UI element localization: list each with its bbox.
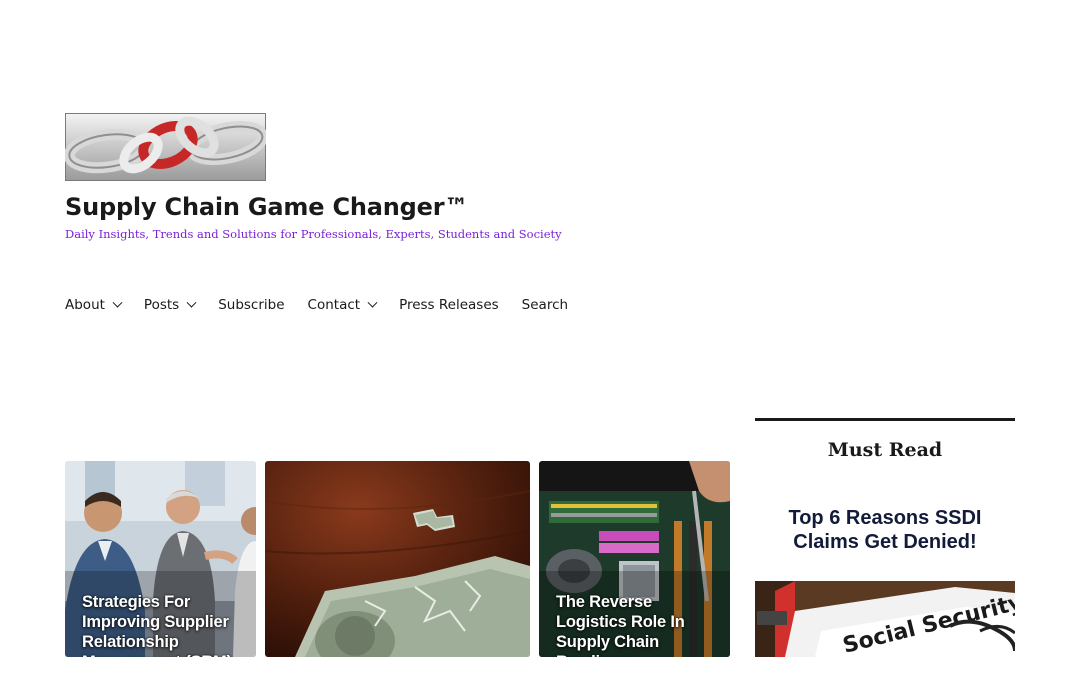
sidebar-divider [755, 418, 1015, 421]
post-card-reverse-logistics[interactable]: The Reverse Logistics Role In Supply Cha… [539, 461, 730, 657]
nav-item-contact[interactable]: Contact [307, 297, 378, 313]
post-card-money-puzzle[interactable] [265, 461, 530, 657]
chevron-down-icon[interactable] [112, 297, 123, 308]
chevron-down-icon[interactable] [367, 297, 378, 308]
site-title[interactable]: Supply Chain Game Changer™ [65, 193, 468, 221]
sidebar-heading: Must Read [827, 439, 943, 461]
nav-label: Contact [307, 297, 361, 313]
nav-label: About [65, 297, 105, 313]
nav-item-search[interactable]: Search [522, 297, 568, 313]
nav-label: Press Releases [399, 297, 499, 313]
post-card-image [265, 461, 530, 657]
nav-item-posts[interactable]: Posts [143, 297, 197, 313]
post-card-title[interactable]: Strategies For Improving Supplier Relati… [82, 592, 246, 657]
sidebar-must-read: Must Read Top 6 Reasons SSDI Claims Get … [755, 418, 1015, 657]
featured-post-title[interactable]: Top 6 Reasons SSDI Claims Get Denied! [755, 506, 1015, 554]
featured-post-image[interactable]: Social Security [755, 581, 1015, 657]
site-tagline: Daily Insights, Trends and Solutions for… [65, 227, 562, 241]
main-navigation: About Posts Subscribe Contact Press Rele… [65, 297, 591, 313]
site-logo[interactable] [65, 113, 266, 181]
nav-item-subscribe[interactable]: Subscribe [218, 297, 284, 313]
chevron-down-icon[interactable] [186, 297, 197, 308]
post-card-supplier-relationship[interactable]: Strategies For Improving Supplier Relati… [65, 461, 256, 657]
post-card-title[interactable]: The Reverse Logistics Role In Supply Cha… [556, 592, 720, 657]
nav-label: Subscribe [218, 297, 285, 313]
nav-item-press-releases[interactable]: Press Releases [399, 297, 499, 313]
nav-item-about[interactable]: About [65, 297, 123, 313]
nav-label: Posts [143, 297, 180, 313]
nav-label: Search [521, 297, 569, 313]
